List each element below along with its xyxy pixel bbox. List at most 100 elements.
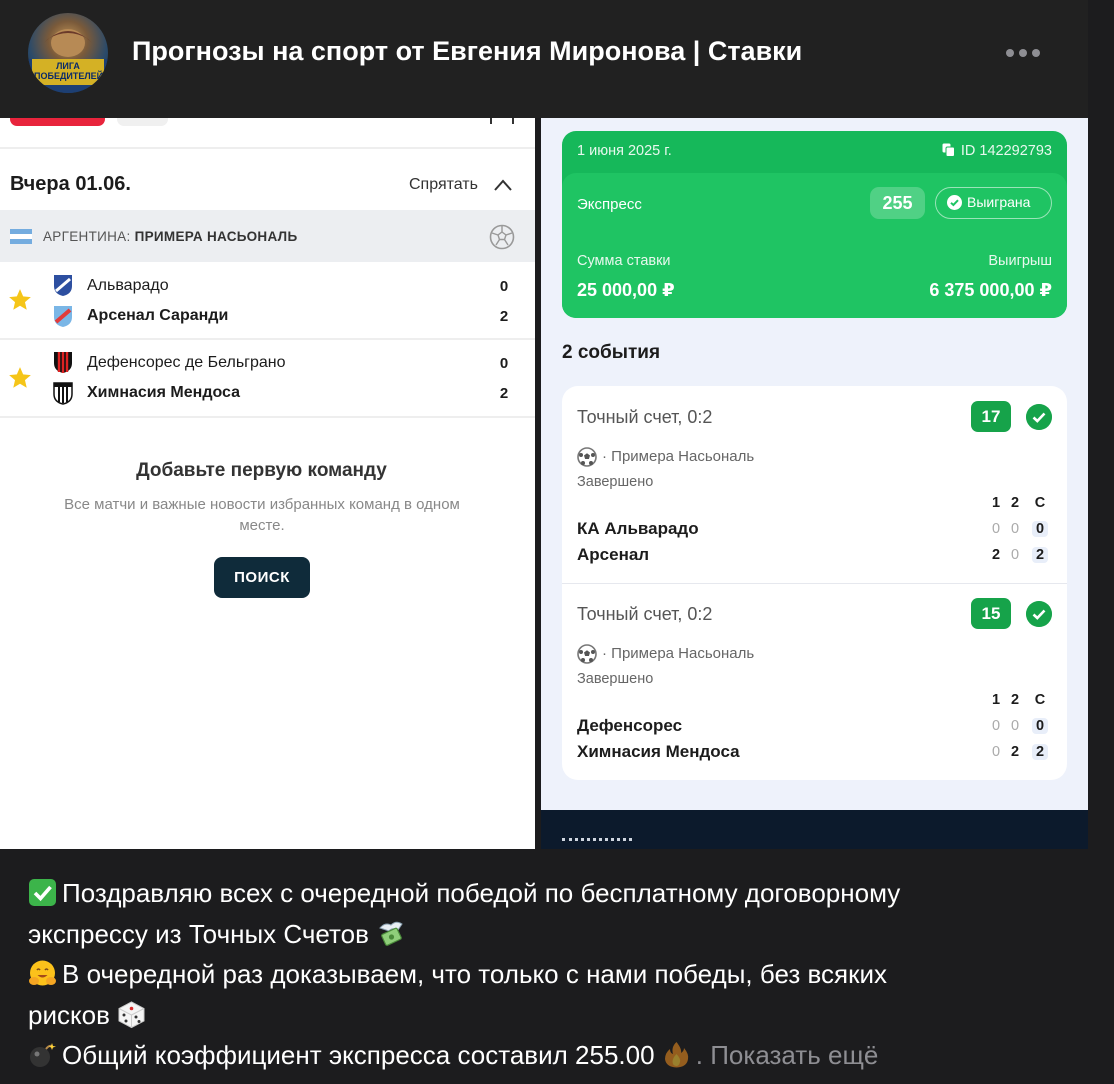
column-label: 1 (991, 495, 1001, 511)
total-score-cell: 0 (1032, 718, 1048, 734)
game-die-emoji (118, 1000, 145, 1028)
message-line: В очередной раз доказываем, что только с… (28, 954, 1078, 995)
bet-status-badge: Выиграна (935, 187, 1052, 219)
channel-avatar[interactable]: ЛИГА ПОБЕДИТЕЛЕЙ (28, 13, 108, 93)
empty-state-description: Все матчи и важные новости избранных ком… (64, 496, 460, 534)
column-label: С (1034, 495, 1046, 511)
search-button: ПОИСК (214, 557, 310, 598)
favorite-star-icon (9, 367, 31, 388)
avatar-image (28, 29, 108, 93)
team-crest-icon (53, 382, 73, 405)
event-coefficient-badge: 17 (971, 401, 1011, 432)
score-cell: 0 (991, 744, 1001, 760)
bet-ticket-screenshot: 1 июня 2025 г. ID 142292793 Экспресс 255… (541, 118, 1088, 849)
league-title: АРГЕНТИНА: ПРИМЕРА НАСЬОНАЛЬ (43, 229, 297, 244)
team-crest-icon (54, 275, 72, 296)
event-coefficient-badge: 15 (971, 598, 1011, 629)
score-cell: 0 (991, 718, 1001, 734)
bet-id-text: ID 142292793 (960, 143, 1052, 159)
stake-value: 25 000,00 ₽ (577, 280, 675, 300)
soccer-ball-icon (489, 224, 515, 250)
empty-state-title: Добавьте первую команду (136, 460, 387, 481)
column-label: 1 (991, 692, 1001, 708)
event-status: Завершено (577, 474, 654, 490)
bet-type: Экспресс (577, 196, 642, 213)
favorite-star-icon (9, 289, 31, 310)
soccer-ball-icon (577, 644, 597, 664)
winnings-value: 6 375 000,00 ₽ (929, 280, 1052, 300)
divider (0, 147, 535, 149)
bet-id: ID 142292793 (942, 143, 1052, 159)
score-cell: 2 (991, 547, 1001, 563)
league-header: АРГЕНТИНА: ПРИМЕРА НАСЬОНАЛЬ (0, 210, 535, 262)
score-cell: 0 (1010, 521, 1020, 537)
league-country: АРГЕНТИНА: (43, 229, 131, 244)
active-filter-pill (10, 118, 105, 126)
filter-pill (117, 118, 168, 126)
total-score-cell: 2 (1032, 547, 1048, 563)
scrollbar-track (1088, 0, 1114, 1084)
telegram-post: ЛИГА ПОБЕДИТЕЛЕЙ Прогнозы на спорт от Ев… (0, 0, 1114, 1084)
league-name: ПРИМЕРА НАСЬОНАЛЬ (134, 229, 298, 244)
away-score: 2 (499, 308, 509, 325)
more-options-icon[interactable] (1006, 44, 1042, 62)
calendar-icon (490, 118, 514, 124)
argentina-flag-icon (10, 229, 32, 244)
away-team-name: Арсенал Саранди (87, 307, 229, 324)
chevron-up-icon (494, 179, 512, 191)
post-message: Поздравляю всех с очередной победой по б… (28, 873, 1078, 1076)
score-cell: 0 (1010, 547, 1020, 563)
event-item: Точный счет, 0:2 15 · Примера Насьональ … (562, 583, 1067, 780)
fire-emoji (664, 1042, 688, 1068)
total-score-cell: 2 (1032, 744, 1048, 760)
show-more-link[interactable]: . Показать ещё (696, 1040, 879, 1070)
bet-summary-card: 1 июня 2025 г. ID 142292793 Экспресс 255… (562, 131, 1067, 318)
copy-icon (942, 143, 955, 157)
match-row: Дефенсорес де Бельграно 0 Химнасия Мендо… (0, 340, 535, 418)
hugging-face-emoji (29, 960, 56, 986)
message-line: экспрессу из Точных Счетов (28, 914, 1078, 955)
team-crest-icon (54, 352, 72, 373)
match-row: Альварадо 0 Арсенал Саранди 2 (0, 262, 535, 340)
bet-date: 1 июня 2025 г. (577, 143, 672, 159)
money-with-wings-emoji (379, 921, 403, 946)
hide-toggle: Спрятать (409, 176, 478, 193)
message-line: Общий коэффициент экспресса составил 255… (28, 1035, 1078, 1076)
team-name: Арсенал (577, 545, 650, 564)
column-label: 2 (1010, 692, 1020, 708)
score-cell: 2 (1010, 744, 1020, 760)
team-name: КА Альварадо (577, 519, 699, 538)
channel-title[interactable]: Прогнозы на спорт от Евгения Миронова | … (132, 36, 802, 67)
team-name: Дефенсорес (577, 716, 683, 735)
date-heading: Вчера 01.06. (10, 173, 131, 195)
total-score-cell: 0 (1032, 521, 1048, 537)
home-score: 0 (499, 355, 509, 372)
check-mark-emoji (29, 879, 56, 906)
check-circle-icon (1026, 404, 1052, 430)
event-item: Точный счет, 0:2 17 · Примера Насьональ … (562, 386, 1067, 584)
total-coefficient-badge: 255 (870, 187, 925, 219)
team-crest-icon (54, 306, 72, 327)
message-line: Поздравляю всех с очередной победой по б… (28, 873, 1078, 914)
winnings-label: Выигрыш (988, 253, 1052, 269)
events-card: Точный счет, 0:2 17 · Примера Насьональ … (562, 386, 1067, 780)
home-score: 0 (499, 278, 509, 295)
check-circle-icon (947, 195, 962, 210)
avatar-text: ЛИГА ПОБЕДИТЕЛЕЙ (34, 61, 104, 81)
app-footer-bar (541, 810, 1088, 849)
event-market: Точный счет, 0:2 (577, 604, 713, 624)
check-circle-icon (1026, 601, 1052, 627)
home-team-name: Альварадо (87, 277, 169, 294)
away-score: 2 (499, 385, 509, 402)
message-line: рисков (28, 995, 1078, 1036)
event-status: Завершено (577, 671, 654, 687)
soccer-ball-icon (577, 447, 597, 467)
bet-status-text: Выиграна (967, 194, 1031, 210)
scores-app-screenshot: Вчера 01.06. Спрятать АРГЕНТИНА: ПРИМЕРА… (0, 118, 535, 849)
bomb-emoji (30, 1043, 56, 1067)
home-team-name: Дефенсорес де Бельграно (87, 354, 286, 371)
channel-header: ЛИГА ПОБЕДИТЕЛЕЙ Прогнозы на спорт от Ев… (0, 0, 1088, 118)
away-team-name: Химнасия Мендоса (87, 384, 241, 401)
team-name: Химнасия Мендоса (577, 742, 740, 761)
score-cell: 0 (991, 521, 1001, 537)
